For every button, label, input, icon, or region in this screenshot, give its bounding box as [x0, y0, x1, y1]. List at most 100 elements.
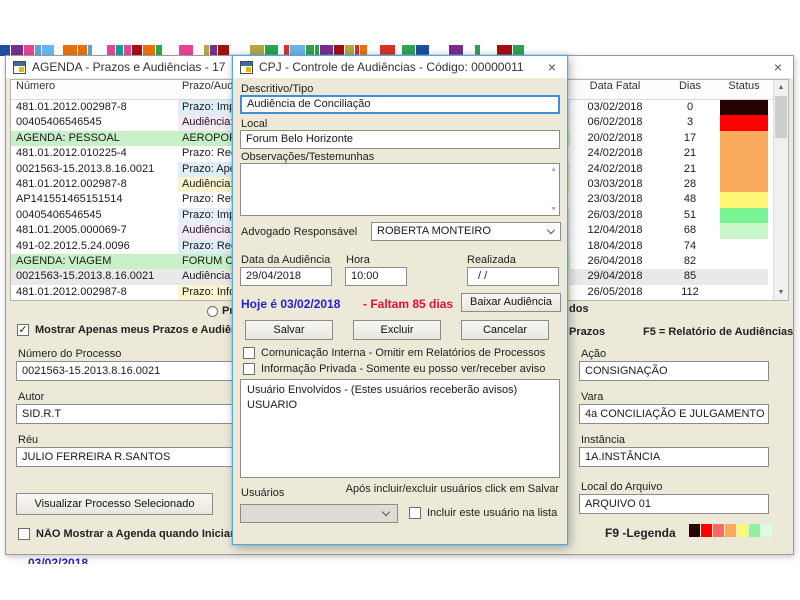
cell-numero: 491-02.2012.5.24.0096 [11, 239, 178, 254]
advogado-select[interactable]: ROBERTA MONTEIRO [371, 222, 561, 241]
privada-checkbox[interactable] [243, 363, 255, 375]
scroll-down-icon[interactable]: ▼ [774, 285, 788, 300]
excluir-button[interactable]: Excluir [353, 320, 441, 340]
instancia-field[interactable]: 1A.INSTÂNCIA [579, 447, 769, 467]
users-list-items: USUARIO [247, 398, 553, 413]
realizada-field[interactable]: / / [467, 267, 559, 286]
legend-swatch [689, 524, 700, 537]
close-icon[interactable]: × [770, 58, 786, 76]
cell-dias: 68 [660, 223, 720, 238]
cell-numero: 481.01.2012.002987-8 [11, 177, 178, 192]
legend-swatch [725, 524, 736, 537]
cell-dias: 82 [660, 254, 720, 269]
cell-data-fatal: 26/03/2018 [570, 208, 660, 223]
col-header-numero[interactable]: Número [11, 80, 178, 99]
cell-data-fatal: 24/02/2018 [570, 146, 660, 161]
local-label: Local [241, 118, 267, 130]
cell-numero: AP141551465151514 [11, 192, 178, 207]
cell-data-fatal: 06/02/2018 [570, 115, 660, 130]
incluir-label: Incluir este usuário na lista [427, 507, 557, 519]
data-audiencia-field[interactable]: 29/04/2018 [240, 267, 332, 286]
f5-shortcut-label: F5 = Relatório de Audiências [643, 326, 793, 338]
comunicacao-checkbox[interactable] [243, 347, 255, 359]
hide-agenda-checkbox[interactable] [18, 528, 30, 540]
cell-dias: 3 [660, 115, 720, 130]
fragment-todos: dos [569, 303, 589, 315]
legend-swatch [737, 524, 748, 537]
process-number-field[interactable]: 0021563-15.2013.8.16.0021 [16, 361, 234, 381]
table-scrollbar[interactable]: ▲ ▼ [773, 80, 788, 300]
status-swatch [720, 254, 768, 269]
privada-label: Informação Privada - Somente eu posso ve… [261, 363, 545, 375]
acao-field[interactable]: CONSIGNAÇÃO [579, 361, 769, 381]
cell-data-fatal: 20/02/2018 [570, 131, 660, 146]
scroll-up-icon[interactable]: ▲ [774, 80, 788, 95]
cell-numero: 481.01.2012.002987-8 [11, 100, 178, 115]
visualize-process-button[interactable]: Visualizar Processo Selecionado [16, 493, 213, 515]
cell-dias: 112 [660, 285, 720, 300]
cell-dias: 28 [660, 177, 720, 192]
local-arquivo-field[interactable]: ARQUIVO 01 [579, 494, 769, 514]
status-swatch [720, 208, 768, 223]
observacoes-textarea[interactable]: ▲ ▼ [240, 163, 560, 216]
textarea-scroll-down-icon[interactable]: ▼ [550, 206, 557, 213]
reu-label: Réu [18, 434, 38, 446]
cell-numero: 481.01.2012.002987-8 [11, 285, 178, 300]
reu-field[interactable]: JULIO FERREIRA R.SANTOS [16, 447, 234, 467]
acao-label: Ação [581, 348, 606, 360]
local-field[interactable]: Forum Belo Horizonte [240, 130, 560, 149]
cell-numero: AGENDA: PESSOAL [11, 131, 178, 146]
usuarios-label: Usuários [241, 487, 284, 499]
status-swatch [720, 285, 768, 300]
cell-data-fatal: 12/04/2018 [570, 223, 660, 238]
incluir-checkbox[interactable] [409, 507, 421, 519]
legend-swatches [689, 524, 773, 537]
process-number-label: Número do Processo [18, 348, 121, 360]
legend-label: F9 -Legenda [605, 526, 676, 540]
baixar-audiencia-button[interactable]: Baixar Audiência [461, 293, 561, 312]
users-list-header: Usuário Envolvidos - (Estes usuários rec… [247, 383, 553, 398]
legend-swatch [713, 524, 724, 537]
autor-field[interactable]: SID.R.T [16, 404, 234, 424]
textarea-scroll-up-icon[interactable]: ▲ [550, 166, 557, 173]
legend-swatch [701, 524, 712, 537]
dialog-close-icon[interactable]: × [544, 58, 560, 76]
descritivo-field[interactable]: Audiência de Conciliação [240, 95, 560, 114]
usuarios-select[interactable] [240, 504, 398, 523]
behind-window-date: 03/02/2018 [28, 556, 88, 564]
dialog-title: CPJ - Controle de Audiências - Código: 0… [259, 60, 524, 74]
cell-data-fatal: 24/02/2018 [570, 162, 660, 177]
users-hint: Após incluir/excluir usuários click em S… [346, 483, 559, 495]
col-header-data-fatal[interactable]: Data Fatal [570, 80, 660, 99]
cell-data-fatal: 29/04/2018 [570, 269, 660, 284]
cell-dias: 17 [660, 131, 720, 146]
users-listbox[interactable]: Usuário Envolvidos - (Estes usuários rec… [240, 379, 560, 478]
show-mine-checkbox[interactable]: ✓ [17, 324, 29, 336]
audiencia-dialog: CPJ - Controle de Audiências - Código: 0… [232, 55, 568, 545]
status-swatch [720, 162, 768, 177]
status-swatch [720, 177, 768, 192]
dialog-titlebar: CPJ - Controle de Audiências - Código: 0… [233, 56, 567, 78]
status-swatch [720, 115, 768, 130]
observacoes-label: Observações/Testemunhas [241, 151, 374, 163]
scrollbar-thumb[interactable] [775, 96, 787, 138]
users-list-item[interactable]: USUARIO [247, 398, 553, 413]
filter-radio[interactable] [207, 306, 218, 317]
vara-label: Vara [581, 391, 603, 403]
salvar-button[interactable]: Salvar [245, 320, 333, 340]
realizada-label: Realizada [467, 254, 516, 266]
data-audiencia-label: Data da Audiência [241, 254, 330, 266]
advogado-label: Advogado Responsável [241, 226, 357, 238]
col-header-dias[interactable]: Dias [660, 80, 720, 99]
cell-data-fatal: 03/03/2018 [570, 177, 660, 192]
status-swatch [720, 269, 768, 284]
cell-numero: 00405406546545 [11, 115, 178, 130]
hora-field[interactable]: 10:00 [345, 267, 407, 286]
cell-dias: 48 [660, 192, 720, 207]
countdown-text: - Faltam 85 dias [363, 297, 453, 311]
legend-swatch [749, 524, 760, 537]
vara-field[interactable]: 4a CONCILIAÇÃO E JULGAMENTO [579, 404, 769, 424]
col-header-status[interactable]: Status [720, 80, 768, 99]
cancelar-button[interactable]: Cancelar [461, 320, 549, 340]
legend-swatch [761, 524, 772, 537]
